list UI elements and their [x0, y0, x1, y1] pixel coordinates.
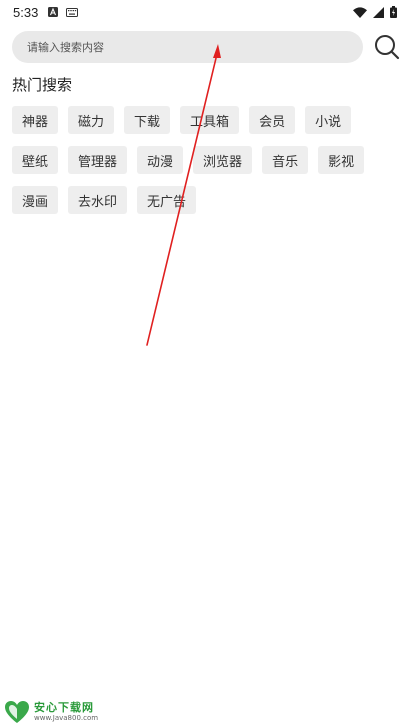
tag-item[interactable]: 浏览器	[193, 146, 253, 174]
search-button[interactable]	[373, 33, 401, 61]
tag-item[interactable]: 音乐	[262, 146, 309, 174]
battery-icon	[390, 3, 397, 22]
tag-item[interactable]: 会员	[249, 106, 296, 134]
status-bar: 5:33	[0, 0, 410, 24]
search-bar	[12, 31, 402, 63]
tag-item[interactable]: 工具箱	[180, 106, 240, 134]
tag-item[interactable]: 漫画	[12, 186, 59, 214]
tag-item[interactable]: 壁纸	[12, 146, 59, 174]
tag-item[interactable]: 去水印	[68, 186, 128, 214]
tag-item[interactable]: 下载	[124, 106, 171, 134]
tag-item[interactable]: 小说	[305, 106, 352, 134]
watermark-url: www.Java800.com	[34, 714, 99, 722]
watermark-logo: 安心下载网 www.Java800.com	[0, 696, 107, 728]
tag-item[interactable]: 无广告	[137, 186, 197, 214]
watermark-title: 安心下载网	[34, 701, 94, 714]
keyboard-icon	[66, 7, 79, 17]
hot-search-title: 热门搜索	[12, 76, 73, 94]
hot-search-tags: 神器 磁力 下载 工具箱 会员 小说 壁纸 管理器 动漫 浏览器 音乐 影视 漫…	[12, 106, 398, 226]
tag-item[interactable]: 磁力	[68, 106, 115, 134]
wifi-icon	[353, 3, 367, 22]
signal-icon	[373, 3, 384, 22]
tag-item[interactable]: 神器	[12, 106, 59, 134]
text-a-icon	[48, 7, 59, 17]
search-icon	[375, 35, 400, 60]
status-time: 5:33	[13, 4, 39, 20]
tag-row: 壁纸 管理器 动漫 浏览器 音乐 影视	[12, 146, 398, 174]
tag-item[interactable]: 管理器	[68, 146, 128, 174]
tag-item[interactable]: 影视	[318, 146, 365, 174]
heart-logo-icon	[5, 701, 29, 723]
status-indicators	[353, 3, 397, 22]
tag-row: 漫画 去水印 无广告	[12, 186, 398, 214]
tag-row: 神器 磁力 下载 工具箱 会员 小说	[12, 106, 398, 134]
tag-item[interactable]: 动漫	[137, 146, 184, 174]
search-input[interactable]	[12, 31, 363, 63]
